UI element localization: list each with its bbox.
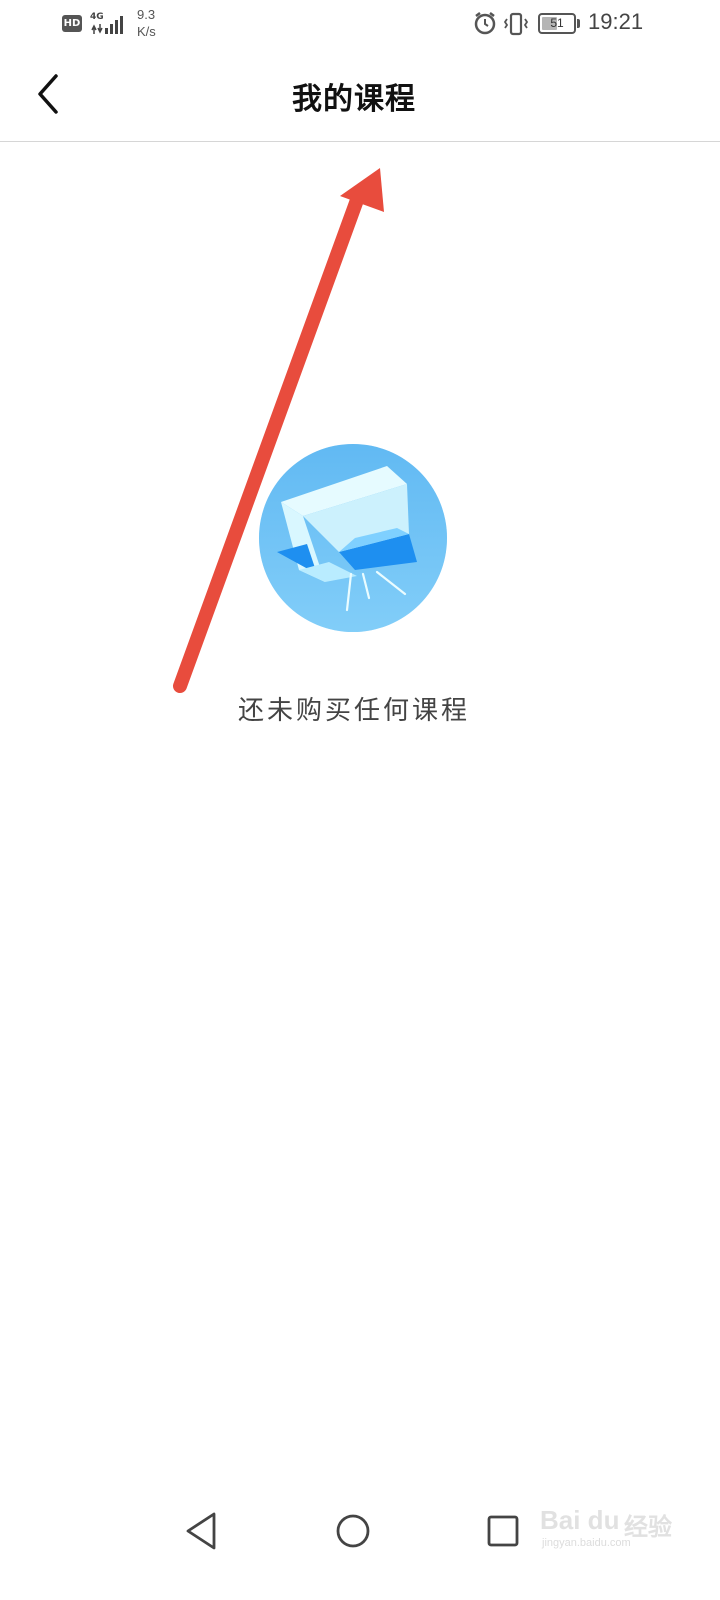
network-type: 4G — [90, 12, 104, 22]
back-triangle-icon — [186, 1512, 216, 1550]
empty-state-message: 还未购买任何课程 — [237, 696, 470, 726]
recents-square-icon — [487, 1515, 519, 1547]
network-speed: 9.3 K/s — [137, 6, 156, 40]
app-header: 我的课程 — [0, 48, 720, 142]
signal-icon: 4G — [90, 12, 123, 34]
clock: 19:21 — [588, 9, 644, 34]
watermark-cn: 经验 — [624, 1513, 672, 1541]
nav-back-button[interactable] — [180, 1508, 226, 1554]
status-bar: HD 4G 9.3 K/s 51 19:21 — [0, 0, 720, 48]
nav-recents-button[interactable] — [480, 1508, 526, 1554]
watermark-url: jingyan.baidu.com — [542, 1537, 631, 1549]
watermark: Bai du 经验 jingyan.baidu.com — [540, 1495, 690, 1555]
battery-tip — [577, 19, 580, 28]
page-title: 我的课程 — [292, 82, 416, 117]
battery-level: 51 — [550, 16, 564, 30]
annotation-arrow — [173, 168, 384, 693]
alarm-icon — [474, 12, 496, 35]
speed-unit: K/s — [137, 24, 156, 39]
empty-box-icon — [259, 444, 447, 632]
vibrate-icon — [503, 12, 529, 36]
speed-value: 9.3 — [137, 7, 156, 22]
battery-icon: 51 — [538, 13, 576, 34]
nav-home-button[interactable] — [330, 1508, 376, 1554]
hd-badge: HD — [62, 15, 82, 32]
watermark-brand: Bai du — [540, 1505, 620, 1535]
home-circle-icon — [336, 1514, 370, 1548]
